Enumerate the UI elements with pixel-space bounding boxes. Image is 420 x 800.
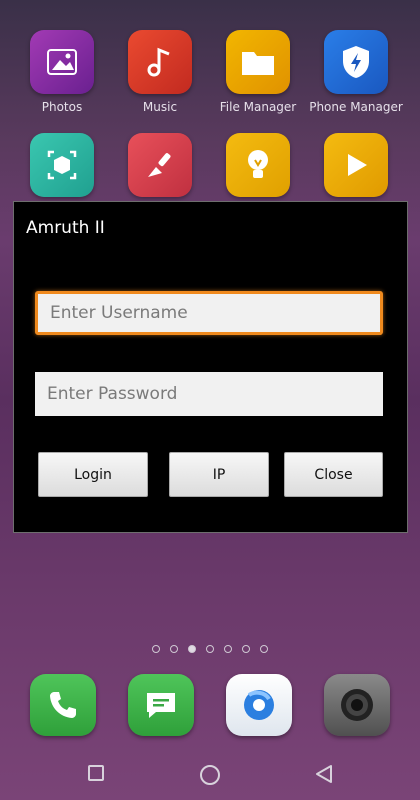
folder-icon bbox=[226, 30, 290, 94]
login-dialog: Amruth II Login IP Close bbox=[13, 201, 408, 533]
app-file-manager[interactable]: File Manager bbox=[210, 30, 306, 114]
ip-button[interactable]: IP bbox=[169, 452, 269, 497]
username-input[interactable] bbox=[35, 291, 383, 335]
page-dot-active[interactable] bbox=[188, 645, 196, 653]
navigation-bar bbox=[0, 756, 420, 800]
brush-icon[interactable] bbox=[128, 133, 192, 197]
app-phone-manager[interactable]: Phone Manager bbox=[308, 30, 404, 114]
photos-icon bbox=[30, 30, 94, 94]
messages-icon[interactable] bbox=[128, 674, 194, 736]
ar-cube-icon[interactable] bbox=[30, 133, 94, 197]
shield-icon bbox=[324, 30, 388, 94]
close-button[interactable]: Close bbox=[284, 452, 383, 497]
browser-icon[interactable] bbox=[226, 674, 292, 736]
login-button[interactable]: Login bbox=[38, 452, 148, 497]
page-dot[interactable] bbox=[260, 645, 268, 653]
page-dot[interactable] bbox=[170, 645, 178, 653]
page-dot[interactable] bbox=[224, 645, 232, 653]
phone-icon[interactable] bbox=[30, 674, 96, 736]
app-label: File Manager bbox=[219, 100, 297, 114]
app-label: Photos bbox=[41, 100, 83, 114]
music-icon bbox=[128, 30, 192, 94]
dialog-title: Amruth II bbox=[26, 218, 105, 238]
recents-icon[interactable] bbox=[87, 764, 105, 786]
app-photos[interactable]: Photos bbox=[14, 30, 110, 114]
page-dot[interactable] bbox=[206, 645, 214, 653]
app-music[interactable]: Music bbox=[112, 30, 208, 114]
camera-icon[interactable] bbox=[324, 674, 390, 736]
page-dot[interactable] bbox=[242, 645, 250, 653]
back-icon[interactable] bbox=[314, 764, 334, 788]
app-label: Phone Manager bbox=[309, 100, 403, 114]
password-input[interactable] bbox=[35, 372, 383, 416]
app-label: Music bbox=[142, 100, 178, 114]
page-indicator bbox=[0, 645, 420, 653]
bulb-icon[interactable] bbox=[226, 133, 290, 197]
home-icon[interactable] bbox=[199, 764, 221, 790]
page-dot[interactable] bbox=[152, 645, 160, 653]
play-icon[interactable] bbox=[324, 133, 388, 197]
